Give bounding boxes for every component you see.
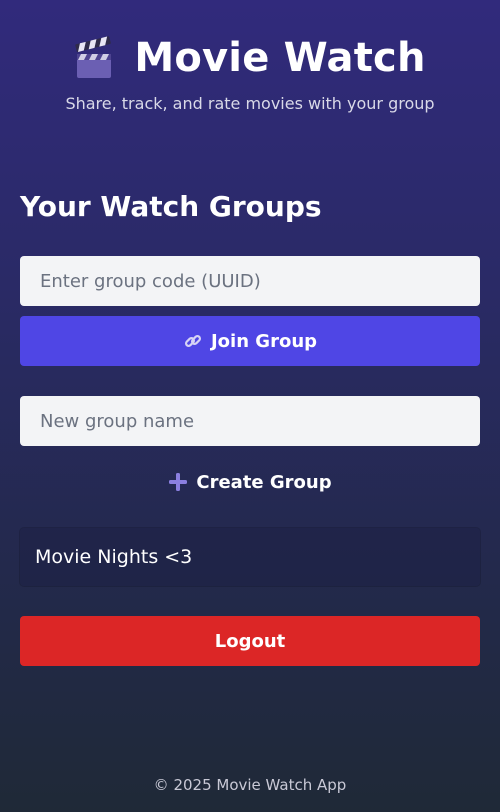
logout-label: Logout bbox=[214, 630, 286, 652]
plus-icon bbox=[168, 472, 188, 492]
app-header: Movie Watch Share, track, and rate movie… bbox=[0, 30, 500, 113]
clapperboard-icon bbox=[75, 36, 112, 78]
group-list-item[interactable]: Movie Nights <3 bbox=[20, 528, 480, 586]
create-group-button[interactable]: Create Group bbox=[20, 457, 480, 507]
join-group-button[interactable]: Join Group bbox=[20, 316, 480, 366]
title-row: Movie Watch bbox=[0, 30, 500, 86]
create-group-label: Create Group bbox=[196, 471, 332, 493]
group-code-input[interactable] bbox=[20, 256, 480, 306]
section-heading: Your Watch Groups bbox=[20, 190, 322, 223]
app-subtitle: Share, track, and rate movies with your … bbox=[65, 94, 435, 113]
join-group-label: Join Group bbox=[210, 330, 318, 352]
group-name: Movie Nights <3 bbox=[35, 546, 193, 568]
new-group-name-input[interactable] bbox=[20, 396, 480, 446]
app-title: Movie Watch bbox=[134, 35, 426, 81]
logout-button[interactable]: Logout bbox=[20, 616, 480, 666]
footer-copyright: © 2025 Movie Watch App bbox=[153, 776, 347, 794]
link-icon bbox=[183, 331, 203, 351]
